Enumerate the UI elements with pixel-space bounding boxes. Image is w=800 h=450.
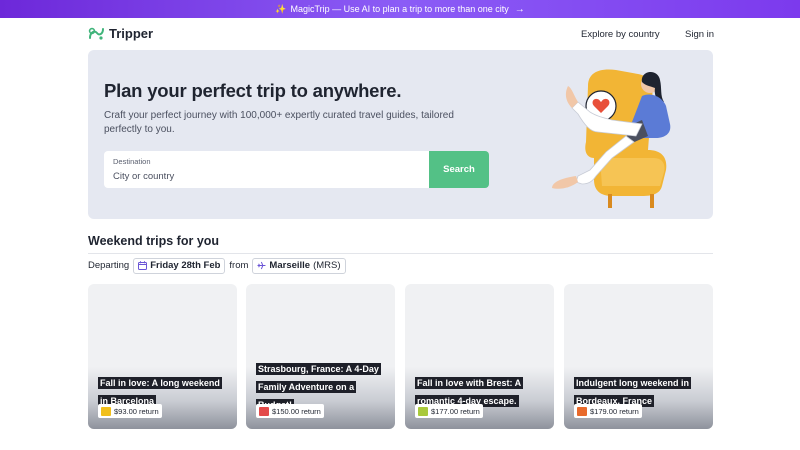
origin-code: (MRS) — [313, 260, 341, 271]
promo-text: MagicTrip — Use AI to plan a trip to mor… — [290, 4, 509, 14]
flag-icon — [418, 406, 428, 416]
date-value: Friday 28th Feb — [150, 260, 221, 271]
price-badge: $93.00 return — [98, 404, 162, 418]
divider — [88, 253, 713, 254]
price-badge: $179.00 return — [574, 404, 642, 418]
sign-in-link[interactable]: Sign in — [685, 29, 714, 40]
logo-text: Tripper — [109, 26, 154, 41]
flag-icon — [101, 406, 111, 416]
origin-city: Marseille — [269, 260, 311, 271]
destination-input[interactable] — [113, 171, 413, 182]
date-picker[interactable]: Friday 28th Feb — [133, 257, 226, 274]
hero-title: Plan your perfect trip to anywhere. — [104, 80, 402, 101]
flag-icon — [577, 406, 587, 416]
top-nav: Tripper Explore by country Sign in — [0, 18, 800, 52]
sparkle-icon: ✨ — [275, 3, 287, 14]
plane-icon — [257, 261, 267, 270]
flag-icon — [259, 406, 269, 416]
logo[interactable]: Tripper — [88, 26, 153, 41]
origin-picker[interactable]: Marseille (MRS) — [252, 257, 346, 274]
tripper-logo-icon — [88, 27, 104, 40]
price-badge: $177.00 return — [415, 404, 483, 418]
from-label: from — [229, 260, 249, 271]
destination-label: Destination — [113, 157, 151, 166]
hero-subtitle: Craft your perfect journey with 100,000+… — [104, 110, 454, 135]
destination-field[interactable]: Destination — [104, 151, 429, 188]
trip-card[interactable]: Fall in love with Brest: A romantic 4-da… — [405, 284, 554, 429]
trip-card[interactable]: Fall in love: A long weekend in Barcelon… — [88, 284, 237, 429]
promo-banner[interactable]: ✨ MagicTrip — Use AI to plan a trip to m… — [0, 0, 800, 18]
woman-in-armchair-illustration — [552, 69, 671, 208]
section-title: Weekend trips for you — [88, 234, 220, 248]
explore-by-country-link[interactable]: Explore by country — [581, 29, 660, 40]
departing-label: Departing — [88, 260, 130, 271]
arrow-right-icon: → — [514, 3, 525, 15]
search-button[interactable]: Search — [429, 151, 489, 188]
trip-card[interactable]: Indulgent long weekend in Bordeaux, Fran… — [564, 284, 713, 429]
price-badge: $150.00 return — [256, 404, 324, 418]
trip-filters: Departing Friday 28th Feb from Marseille… — [88, 257, 346, 274]
trip-card[interactable]: Strasbourg, France: A 4-Day Family Adven… — [246, 284, 395, 429]
hero-section: Plan your perfect trip to anywhere. Craf… — [88, 50, 713, 219]
calendar-icon — [138, 261, 148, 270]
